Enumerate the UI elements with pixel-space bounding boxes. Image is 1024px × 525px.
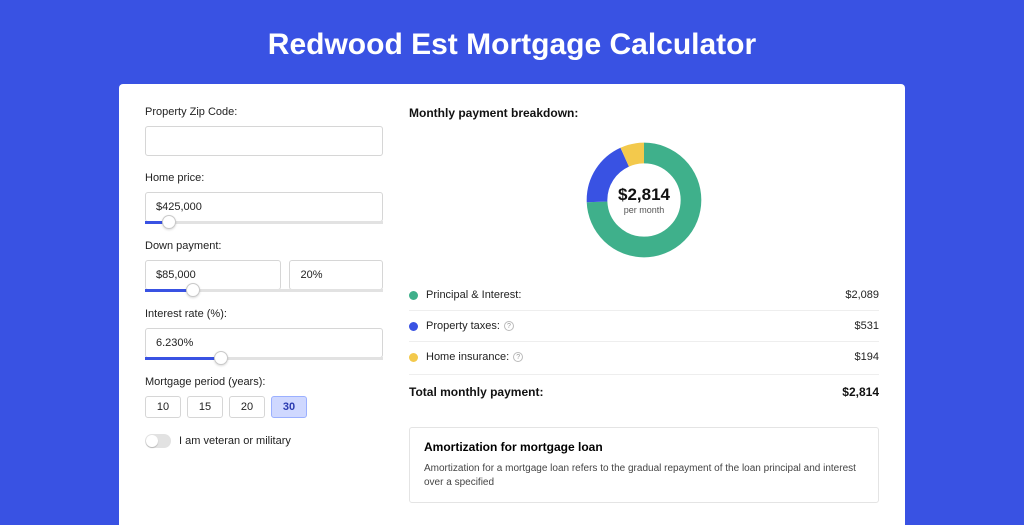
rate-slider-thumb[interactable] xyxy=(214,351,228,365)
breakdown-title: Monthly payment breakdown: xyxy=(409,106,879,120)
price-slider-thumb[interactable] xyxy=(162,215,176,229)
rate-field: Interest rate (%): xyxy=(145,308,383,360)
down-slider[interactable] xyxy=(145,289,383,292)
down-label: Down payment: xyxy=(145,240,383,252)
legend-dot xyxy=(409,291,418,300)
amort-text: Amortization for a mortgage loan refers … xyxy=(424,462,864,490)
price-field: Home price: xyxy=(145,172,383,224)
payment-donut-chart: $2,814 per month xyxy=(582,138,706,262)
inputs-column: Property Zip Code: Home price: Down paym… xyxy=(145,106,383,503)
period-label: Mortgage period (years): xyxy=(145,376,383,388)
legend-label: Property taxes:? xyxy=(426,320,855,332)
veteran-label: I am veteran or military xyxy=(179,435,291,447)
legend-label: Home insurance:? xyxy=(426,351,855,363)
legend-row: Home insurance:?$194 xyxy=(409,342,879,372)
period-field: Mortgage period (years): 10 15 20 30 xyxy=(145,376,383,418)
total-row: Total monthly payment: $2,814 xyxy=(409,374,879,413)
rate-label: Interest rate (%): xyxy=(145,308,383,320)
legend-value: $531 xyxy=(855,320,879,332)
legend-dot xyxy=(409,322,418,331)
period-option-15[interactable]: 15 xyxy=(187,396,223,418)
period-option-20[interactable]: 20 xyxy=(229,396,265,418)
legend-row: Principal & Interest:$2,089 xyxy=(409,280,879,311)
help-icon[interactable]: ? xyxy=(504,321,514,331)
zip-input[interactable] xyxy=(145,126,383,156)
rate-input[interactable] xyxy=(145,328,383,358)
breakdown-column: Monthly payment breakdown: $2,814 per mo… xyxy=(409,106,879,503)
veteran-toggle[interactable] xyxy=(145,434,171,448)
down-slider-thumb[interactable] xyxy=(186,283,200,297)
calculator-card: Property Zip Code: Home price: Down paym… xyxy=(119,84,905,525)
legend-value: $2,089 xyxy=(845,289,879,301)
legend-row: Property taxes:?$531 xyxy=(409,311,879,342)
period-option-30[interactable]: 30 xyxy=(271,396,307,418)
page-title: Redwood Est Mortgage Calculator xyxy=(0,0,1024,84)
zip-field: Property Zip Code: xyxy=(145,106,383,156)
price-label: Home price: xyxy=(145,172,383,184)
amort-heading: Amortization for mortgage loan xyxy=(424,440,864,454)
legend-dot xyxy=(409,353,418,362)
amortization-box: Amortization for mortgage loan Amortizat… xyxy=(409,427,879,503)
period-option-10[interactable]: 10 xyxy=(145,396,181,418)
help-icon[interactable]: ? xyxy=(513,352,523,362)
total-value: $2,814 xyxy=(842,385,879,399)
down-percent-input[interactable] xyxy=(289,260,383,290)
donut-wrap: $2,814 per month xyxy=(409,130,879,280)
down-field: Down payment: xyxy=(145,240,383,292)
price-input[interactable] xyxy=(145,192,383,222)
donut-sub: per month xyxy=(624,205,665,215)
veteran-row: I am veteran or military xyxy=(145,434,383,448)
rate-slider[interactable] xyxy=(145,357,383,360)
zip-label: Property Zip Code: xyxy=(145,106,383,118)
total-label: Total monthly payment: xyxy=(409,385,543,399)
price-slider[interactable] xyxy=(145,221,383,224)
down-amount-input[interactable] xyxy=(145,260,281,290)
legend: Principal & Interest:$2,089Property taxe… xyxy=(409,280,879,372)
donut-value: $2,814 xyxy=(618,185,670,205)
legend-label: Principal & Interest: xyxy=(426,289,845,301)
legend-value: $194 xyxy=(855,351,879,363)
